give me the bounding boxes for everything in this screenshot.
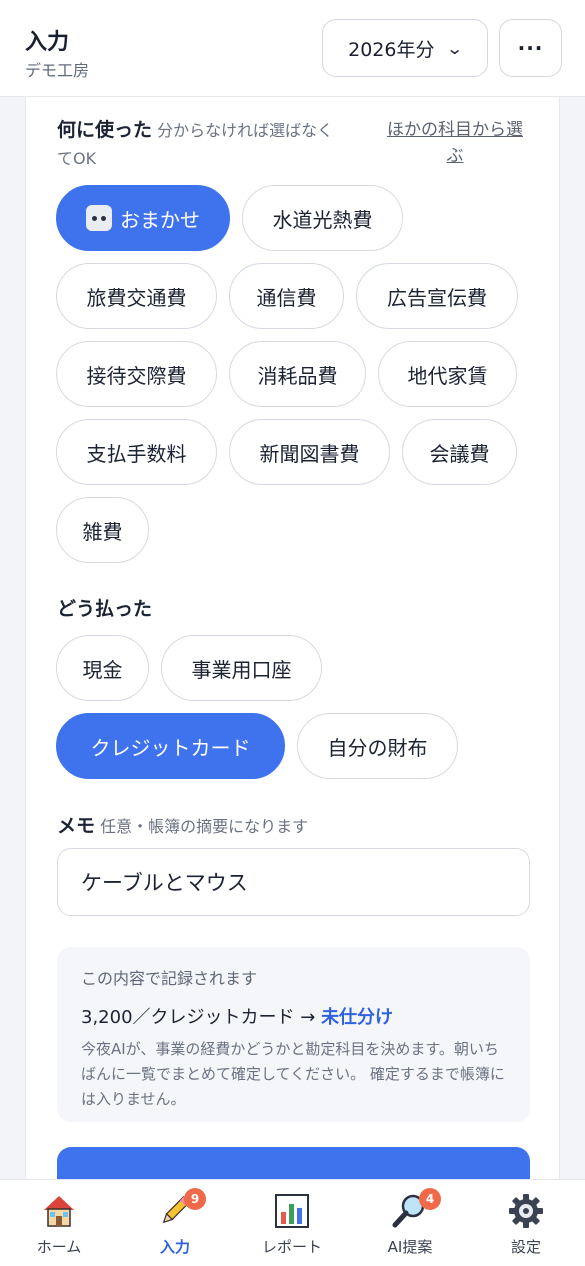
category-chip-travel[interactable]: 旅費交通費	[56, 263, 217, 329]
bottom-nav: ホーム 9 入力 レポート 4 AI提案 設定	[0, 1179, 585, 1266]
category-chip-communication[interactable]: 通信費	[229, 263, 344, 329]
payment-section-header: どう払った	[57, 594, 152, 621]
gear-icon	[507, 1192, 545, 1230]
year-select-value: 2026年分	[348, 38, 435, 61]
chevron-down-icon: ⌄	[446, 38, 464, 58]
bar-chart-icon	[273, 1192, 311, 1230]
entry-form-card: 何に使った 分からなければ選ばなく てOK ほかの科目から選 ぶ おまかせ 水道…	[25, 97, 560, 1213]
summary-status: 未仕分け	[321, 1007, 394, 1028]
category-chip-rent[interactable]: 地代家賃	[378, 341, 517, 407]
chip-label: 新聞図書費	[259, 441, 360, 466]
chip-label: おまかせ	[120, 207, 200, 232]
memo-value: ケーブルとマウス	[81, 871, 248, 895]
nav-label: AI提案	[387, 1238, 433, 1256]
category-chip-advertising[interactable]: 広告宣伝費	[356, 263, 518, 329]
category-title: 何に使った	[57, 119, 153, 141]
payment-chip-cash[interactable]: 現金	[56, 635, 149, 701]
robot-icon	[86, 205, 112, 231]
payment-chip-credit-card[interactable]: クレジットカード	[56, 713, 285, 779]
chip-label: 水道光熱費	[272, 207, 373, 232]
chip-label: 自分の財布	[327, 735, 428, 760]
pencil-icon: 9	[156, 1188, 206, 1230]
memo-input[interactable]: ケーブルとマウス	[57, 848, 530, 916]
summary-title: この内容で記録されます	[81, 969, 258, 988]
chip-label: 会議費	[429, 441, 490, 466]
chip-label: 現金	[82, 657, 123, 682]
magnifier-icon: 4	[391, 1188, 441, 1230]
category-chip-fees[interactable]: 支払手数料	[56, 419, 217, 485]
category-chip-auto[interactable]: おまかせ	[56, 185, 230, 251]
category-chip-books[interactable]: 新聞図書費	[229, 419, 390, 485]
year-select[interactable]: 2026年分 ⌄	[322, 19, 488, 77]
chip-label: 接待交際費	[86, 363, 187, 388]
house-icon	[40, 1192, 78, 1230]
category-chip-misc[interactable]: 雑費	[56, 497, 149, 563]
chip-label: 支払手数料	[86, 441, 187, 466]
more-menu-button[interactable]: ···	[499, 19, 562, 77]
category-hint: 分からなければ選ばなく	[157, 121, 334, 140]
chip-label: クレジットカード	[90, 735, 251, 760]
chip-label: 地代家賃	[407, 363, 488, 388]
chip-label: 消耗品費	[257, 363, 338, 388]
payment-chip-own-wallet[interactable]: 自分の財布	[297, 713, 458, 779]
other-category-link-line1: ほかの科目から選	[387, 120, 523, 140]
chip-label: 事業用口座	[191, 657, 292, 682]
nav-ai-suggestions[interactable]: 4 AI提案	[355, 1188, 465, 1262]
payment-title: どう払った	[57, 598, 153, 620]
category-chip-meetings[interactable]: 会議費	[402, 419, 517, 485]
nav-label: ホーム	[36, 1238, 82, 1256]
memo-title: メモ	[57, 815, 96, 837]
chip-label: 広告宣伝費	[387, 285, 487, 310]
nav-report[interactable]: レポート	[237, 1192, 347, 1262]
page-title: 入力	[25, 30, 70, 55]
other-category-link[interactable]: ほかの科目から選 ぶ	[379, 117, 531, 169]
summary-body: 今夜AIが、事業の経費かどうかと勘定科目を決めます。朝いちばんに一覧でまとめて確…	[81, 1040, 505, 1108]
category-chip-supplies[interactable]: 消耗品費	[229, 341, 366, 407]
nav-settings[interactable]: 設定	[471, 1192, 581, 1262]
chip-label: 雑費	[82, 519, 123, 544]
category-hint-cont: てOK	[57, 149, 97, 168]
memo-hint: 任意・帳簿の摘要になります	[100, 817, 309, 836]
nav-home[interactable]: ホーム	[4, 1192, 114, 1262]
more-icon: ···	[517, 36, 544, 60]
workspace-name: デモ工房	[25, 61, 90, 80]
app-header: 入力 デモ工房 2026年分 ⌄ ···	[0, 0, 585, 97]
payment-chip-business-account[interactable]: 事業用口座	[161, 635, 322, 701]
category-chip-utilities[interactable]: 水道光熱費	[242, 185, 403, 251]
nav-badge: 4	[419, 1188, 441, 1210]
nav-input[interactable]: 9 入力	[120, 1188, 230, 1262]
chip-label: 通信費	[256, 285, 317, 310]
record-summary: この内容で記録されます 3,200／クレジットカード → 未仕分け 今夜AIが、…	[57, 947, 530, 1122]
category-section-header: 何に使った 分からなければ選ばなく てOK	[57, 115, 333, 172]
summary-main: 3,200／クレジットカード → 未仕分け	[81, 1003, 506, 1029]
nav-label: レポート	[261, 1238, 322, 1256]
nav-badge: 9	[184, 1188, 206, 1210]
nav-label: 設定	[510, 1238, 541, 1256]
nav-label: 入力	[159, 1238, 190, 1256]
category-chip-entertainment[interactable]: 接待交際費	[56, 341, 217, 407]
chip-label: 旅費交通費	[86, 285, 187, 310]
summary-amount-method: 3,200／クレジットカード →	[81, 1007, 322, 1028]
other-category-link-line2: ぶ	[446, 146, 464, 166]
memo-section-header: メモ 任意・帳簿の摘要になります	[57, 811, 308, 838]
